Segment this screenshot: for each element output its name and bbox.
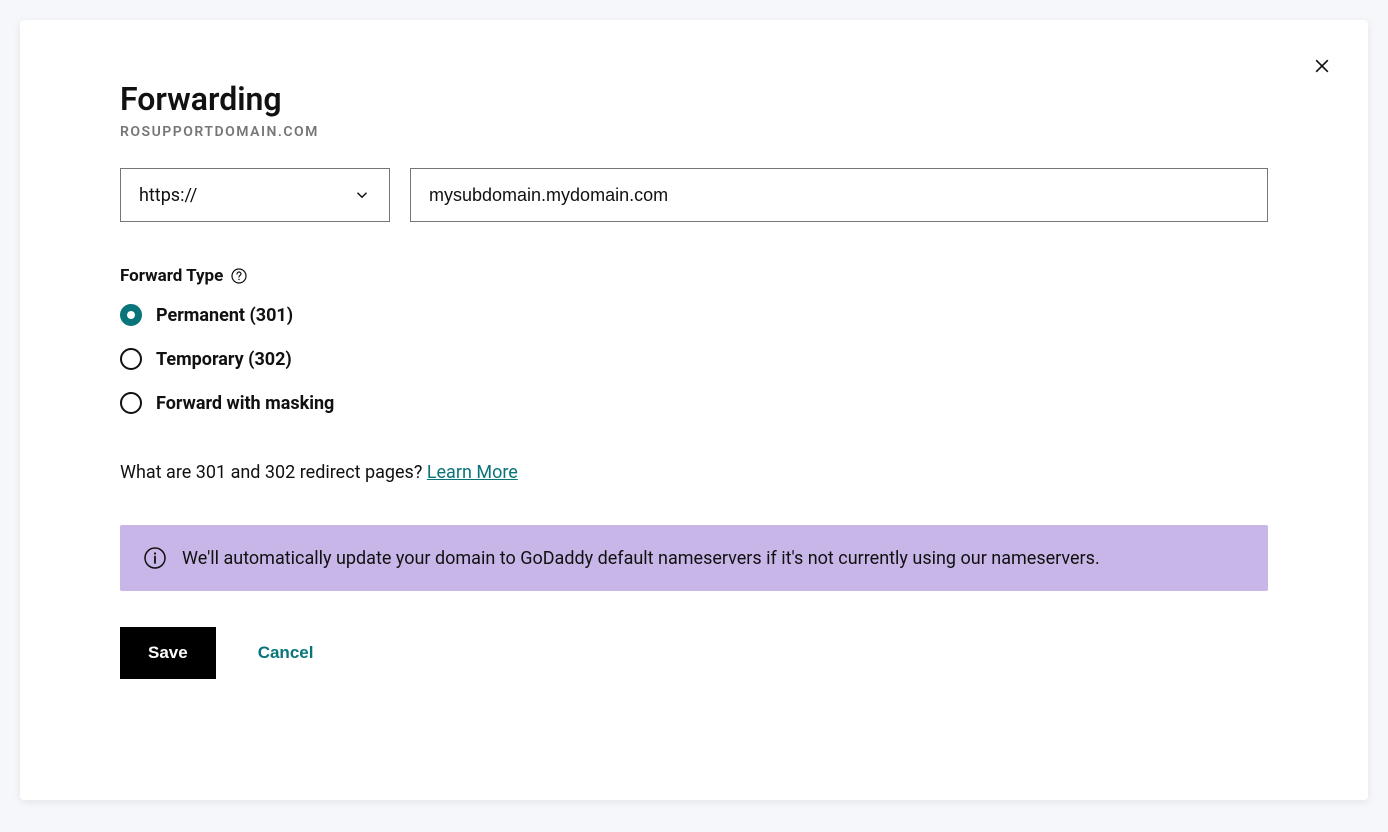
radio-label: Forward with masking xyxy=(156,393,334,414)
chevron-down-icon xyxy=(353,186,371,204)
help-icon[interactable] xyxy=(231,268,247,284)
radio-temporary[interactable]: Temporary (302) xyxy=(120,348,1268,370)
save-button[interactable]: Save xyxy=(120,627,216,679)
button-row: Save Cancel xyxy=(120,627,1268,679)
protocol-select[interactable]: https:// xyxy=(120,168,390,222)
nameserver-alert: We'll automatically update your domain t… xyxy=(120,525,1268,591)
radio-masking[interactable]: Forward with masking xyxy=(120,392,1268,414)
learn-more-link[interactable]: Learn More xyxy=(427,462,518,483)
protocol-value: https:// xyxy=(139,185,197,206)
close-button[interactable] xyxy=(1306,50,1338,82)
radio-permanent[interactable]: Permanent (301) xyxy=(120,304,1268,326)
question-text: What are 301 and 302 redirect pages? xyxy=(120,462,427,483)
forward-type-radio-group: Permanent (301) Temporary (302) Forward … xyxy=(120,304,1268,414)
info-icon xyxy=(144,547,166,569)
radio-indicator xyxy=(120,392,142,414)
forwarding-modal: Forwarding ROSUPPORTDOMAIN.COM https:// … xyxy=(20,20,1368,800)
radio-indicator xyxy=(120,348,142,370)
domain-subtitle: ROSUPPORTDOMAIN.COM xyxy=(120,124,1268,140)
forward-type-section: Forward Type xyxy=(120,266,1268,286)
modal-title: Forwarding xyxy=(120,80,1268,118)
close-icon xyxy=(1312,56,1332,76)
redirect-info-text: What are 301 and 302 redirect pages? Lea… xyxy=(120,462,1268,483)
url-input[interactable] xyxy=(410,168,1268,222)
radio-label: Temporary (302) xyxy=(156,349,292,370)
alert-text: We'll automatically update your domain t… xyxy=(182,548,1100,569)
forward-type-label: Forward Type xyxy=(120,266,223,286)
radio-label: Permanent (301) xyxy=(156,305,293,326)
radio-indicator xyxy=(120,304,142,326)
url-row: https:// xyxy=(120,168,1268,222)
cancel-button[interactable]: Cancel xyxy=(258,643,314,663)
